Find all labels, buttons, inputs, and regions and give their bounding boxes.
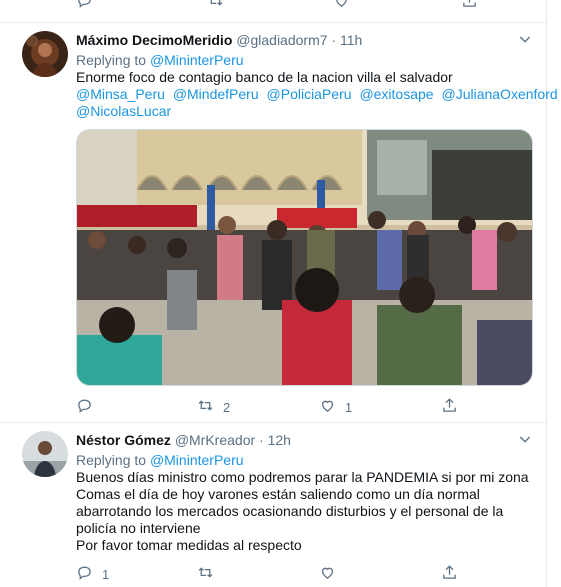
- mention-link[interactable]: @MindefPeru: [173, 86, 259, 102]
- share-icon: [441, 397, 458, 417]
- replying-to-link[interactable]: @MininterPeru: [150, 52, 244, 68]
- mention-link[interactable]: @Minsa_Peru: [76, 86, 165, 102]
- tweet-header: Néstor Gómez @MrKreador · 12h: [76, 432, 291, 448]
- tweet-text: Enorme foco de contagio banco de la naci…: [76, 69, 558, 120]
- replying-prefix: Replying to: [76, 452, 147, 468]
- like-button[interactable]: [319, 564, 345, 584]
- mention-link[interactable]: @JulianaOxenford: [441, 86, 557, 102]
- replying-prefix: Replying to: [76, 52, 147, 68]
- share-icon: [441, 564, 458, 584]
- timeline-column: Máximo DecimoMeridio @gladiadorm7 · 11h …: [0, 0, 558, 587]
- tweet-text-line: Comas el día de hoy varones están salien…: [76, 486, 480, 502]
- user-handle[interactable]: @gladiadorm7: [236, 32, 327, 48]
- display-name[interactable]: Máximo DecimoMeridio: [76, 32, 232, 48]
- separator-dot: ·: [331, 32, 337, 48]
- replying-to-link[interactable]: @MininterPeru: [150, 452, 244, 468]
- retweet-icon: [197, 564, 214, 584]
- tweet-actions: 2 1: [76, 397, 476, 415]
- tweet-photo[interactable]: [76, 129, 533, 386]
- user-handle[interactable]: @MrKreador: [175, 432, 255, 448]
- tweet-text-line: policía no interviene: [76, 520, 201, 536]
- display-name[interactable]: Néstor Gómez: [76, 432, 171, 448]
- share-icon[interactable]: [461, 0, 478, 14]
- retweet-icon: [197, 397, 214, 417]
- tweet-text-line: Buenos días ministro como podremos parar…: [76, 469, 529, 485]
- share-button[interactable]: [441, 564, 458, 584]
- tweet-text-line: Enorme foco de contagio banco de la naci…: [76, 69, 453, 85]
- separator-dot: ·: [259, 432, 264, 448]
- tweet-actions: 1: [76, 564, 476, 582]
- like-icon: [319, 564, 336, 584]
- chevron-down-icon[interactable]: [517, 431, 533, 447]
- like-button[interactable]: 1: [319, 397, 352, 417]
- mention-link[interactable]: @exitosape: [359, 86, 433, 102]
- retweet-button[interactable]: 2: [197, 397, 230, 417]
- reply-icon[interactable]: [76, 0, 93, 14]
- share-button[interactable]: [441, 397, 458, 417]
- reply-icon: [76, 397, 93, 417]
- avatar[interactable]: [22, 31, 68, 77]
- replying-to: Replying to @MininterPeru: [76, 452, 244, 468]
- chevron-down-icon[interactable]: [517, 31, 533, 47]
- like-icon: [319, 397, 336, 417]
- tweet[interactable]: Néstor Gómez @MrKreador · 12h Replying t…: [0, 422, 547, 587]
- mention-link[interactable]: @NicolasLucar: [76, 103, 171, 119]
- tweet-time[interactable]: 11h: [340, 32, 362, 48]
- reply-count: 1: [102, 566, 110, 582]
- previous-tweet-actions: [76, 0, 496, 10]
- mention-link[interactable]: @PoliciaPeru: [267, 86, 352, 102]
- reply-icon: [76, 564, 93, 584]
- tweet[interactable]: Máximo DecimoMeridio @gladiadorm7 · 11h …: [0, 22, 558, 422]
- reply-button[interactable]: [76, 397, 102, 417]
- retweet-button[interactable]: [197, 564, 223, 584]
- tweet-text-line: Por favor tomar medidas al respecto: [76, 537, 302, 553]
- reply-button[interactable]: 1: [76, 564, 109, 584]
- avatar[interactable]: [22, 431, 68, 477]
- tweet-text: Buenos días ministro como podremos parar…: [76, 469, 538, 554]
- retweet-icon[interactable]: [207, 0, 224, 14]
- mention-list: @Minsa_Peru @MindefPeru @PoliciaPeru @ex…: [76, 86, 558, 103]
- tweet-header: Máximo DecimoMeridio @gladiadorm7 · 11h: [76, 32, 362, 48]
- mention-list: @NicolasLucar: [76, 103, 536, 120]
- like-icon[interactable]: [333, 0, 350, 14]
- replying-to: Replying to @MininterPeru: [76, 52, 244, 68]
- tweet-time[interactable]: 12h: [268, 432, 291, 448]
- tweet-text-line: abarrotando los mercados ocasionando dis…: [76, 503, 504, 519]
- retweet-count: 2: [223, 399, 231, 415]
- like-count: 1: [345, 399, 353, 415]
